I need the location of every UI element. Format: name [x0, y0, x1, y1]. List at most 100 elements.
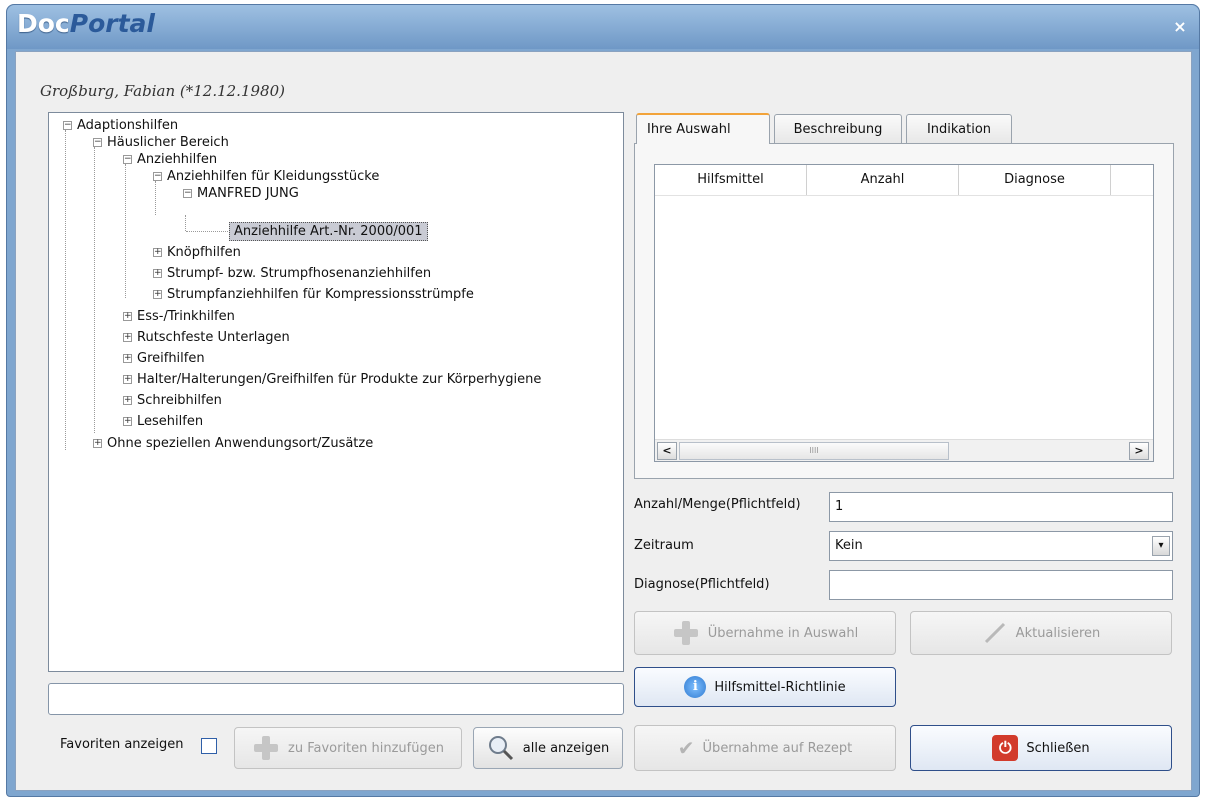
- add-favorite-label: zu Favoriten hinzufügen: [288, 740, 444, 756]
- expand-icon[interactable]: +: [123, 396, 132, 405]
- favorites-checkbox[interactable]: [201, 738, 217, 754]
- collapse-icon[interactable]: −: [153, 172, 162, 181]
- diagnose-label: Diagnose(Pflichtfeld): [634, 577, 770, 592]
- tree-node-label: Anziehhilfen für Kleidungsstücke: [167, 169, 380, 184]
- scroll-thumb[interactable]: IIII: [679, 442, 949, 460]
- tree-node-label: Ohne speziellen Anwendungsort/Zusätze: [107, 436, 374, 451]
- tree-line: [94, 147, 95, 433]
- grid-header-divider: [655, 195, 1153, 196]
- tree-node-label: Anziehhilfe Art.-Nr. 2000/001: [234, 224, 423, 239]
- column-header-anzahl[interactable]: Anzahl: [807, 165, 959, 195]
- tab-label: Indikation: [926, 122, 992, 137]
- tab-indikation[interactable]: Indikation: [906, 114, 1012, 144]
- tab-beschreibung[interactable]: Beschreibung: [774, 114, 902, 144]
- tree-node[interactable]: − Anziehhilfen für Kleidungsstücke: [153, 168, 380, 185]
- tree-node-selected[interactable]: Anziehhilfe Art.-Nr. 2000/001: [229, 222, 428, 241]
- expand-icon[interactable]: +: [153, 248, 162, 257]
- tree-node-label: Greifhilfen: [137, 351, 205, 366]
- tree-node[interactable]: + Ohne speziellen Anwendungsort/Zusätze: [93, 435, 374, 452]
- collapse-icon[interactable]: −: [123, 155, 132, 164]
- tree-line: [155, 181, 156, 215]
- diagnose-field[interactable]: [829, 570, 1173, 600]
- tree-node[interactable]: + Ess-/Trinkhilfen: [123, 308, 235, 325]
- zeitraum-value: Kein: [835, 538, 863, 553]
- zeitraum-label: Zeitraum: [634, 538, 694, 553]
- expand-icon[interactable]: +: [123, 375, 132, 384]
- add-to-prescription-label: Übernahme auf Rezept: [702, 740, 853, 756]
- expand-icon[interactable]: +: [153, 290, 162, 299]
- tree-node-label: Rutschfeste Unterlagen: [137, 330, 290, 345]
- tree-node-label: Schreibhilfen: [137, 393, 222, 408]
- expand-icon[interactable]: +: [93, 439, 102, 448]
- app-title-part1: Doc: [17, 9, 70, 38]
- tree-node-label: Halter/Halterungen/Greifhilfen für Produ…: [137, 372, 542, 387]
- tree-node-label: Knöpfhilfen: [167, 245, 241, 260]
- update-label: Aktualisieren: [1015, 625, 1101, 641]
- check-icon: ✔: [677, 736, 695, 760]
- tree-node[interactable]: + Halter/Halterungen/Greifhilfen für Prod…: [123, 371, 542, 388]
- favorites-label: Favoriten anzeigen: [60, 737, 184, 752]
- selection-grid[interactable]: Hilfsmittel Anzahl Diagnose < IIII >: [654, 164, 1154, 462]
- show-all-label: alle anzeigen: [522, 740, 610, 756]
- title-bar: DocPortal ×: [7, 5, 1199, 49]
- guideline-button[interactable]: i Hilfsmittel-Richtlinie: [634, 667, 896, 707]
- tree-node[interactable]: + Strumpfanziehhilfen für Kompressionsstr…: [153, 286, 474, 303]
- expand-icon[interactable]: +: [153, 269, 162, 278]
- close-button[interactable]: ⏻ Schließen: [910, 725, 1172, 771]
- tree-node[interactable]: − Adaptionshilfen: [63, 117, 178, 134]
- tree-node[interactable]: + Lesehilfen: [123, 413, 204, 430]
- tree-node[interactable]: + Rutschfeste Unterlagen: [123, 329, 290, 346]
- tree-line: [185, 215, 186, 231]
- expand-icon[interactable]: +: [123, 417, 132, 426]
- tree-line: [125, 164, 126, 298]
- tab-label: Ihre Auswahl: [647, 122, 731, 137]
- tree-node[interactable]: + Greifhilfen: [123, 350, 205, 367]
- tree-node[interactable]: + Schreibhilfen: [123, 392, 222, 409]
- tree-line: [65, 130, 66, 450]
- add-to-selection-button[interactable]: Übernahme in Auswahl: [634, 611, 896, 655]
- tree-node-label: Strumpfanziehhilfen für Kompressionsstrü…: [167, 287, 474, 302]
- tree-node-label: MANFRED JUNG: [197, 186, 299, 201]
- tree-node-label: Lesehilfen: [137, 414, 204, 429]
- tree-line: [186, 231, 228, 232]
- collapse-icon[interactable]: −: [183, 189, 192, 198]
- anzahl-field[interactable]: 1: [829, 492, 1173, 522]
- power-icon: ⏻: [992, 735, 1019, 761]
- tree-node[interactable]: − Anziehhilfen: [123, 151, 218, 168]
- app-title-part2: Portal: [69, 9, 155, 38]
- column-header-hilfsmittel[interactable]: Hilfsmittel: [655, 165, 807, 195]
- column-header-diagnose[interactable]: Diagnose: [959, 165, 1111, 195]
- close-icon[interactable]: ×: [1169, 17, 1191, 37]
- scroll-left-icon[interactable]: <: [657, 442, 677, 460]
- collapse-icon[interactable]: −: [93, 138, 102, 147]
- search-input[interactable]: [48, 683, 624, 715]
- tree-node[interactable]: + Strumpf- bzw. Strumpfhosenanziehhilfen: [153, 265, 431, 282]
- expand-icon[interactable]: +: [123, 354, 132, 363]
- pencil-icon: [984, 622, 1005, 644]
- search-icon: [488, 736, 513, 761]
- expand-icon[interactable]: +: [123, 312, 132, 321]
- plus-icon: [252, 734, 280, 762]
- info-icon: i: [684, 676, 707, 698]
- scroll-right-icon[interactable]: >: [1129, 442, 1149, 460]
- add-to-prescription-button[interactable]: ✔ Übernahme auf Rezept: [634, 725, 896, 771]
- chevron-down-icon[interactable]: ▾: [1152, 536, 1170, 556]
- tree-node-label: Anziehhilfen: [137, 152, 218, 167]
- tab-label: Beschreibung: [793, 122, 883, 137]
- add-to-selection-label: Übernahme in Auswahl: [707, 625, 859, 641]
- tree-node-label: Häuslicher Bereich: [107, 135, 229, 150]
- add-favorite-button[interactable]: zu Favoriten hinzufügen: [234, 727, 462, 769]
- category-tree[interactable]: − Adaptionshilfen − Häuslicher Bereich − An…: [48, 112, 624, 672]
- show-all-button[interactable]: alle anzeigen: [473, 727, 623, 769]
- update-button[interactable]: Aktualisieren: [910, 611, 1172, 655]
- tree-node[interactable]: + Knöpfhilfen: [153, 244, 241, 261]
- tree-node[interactable]: − MANFRED JUNG: [183, 185, 299, 202]
- collapse-icon[interactable]: −: [63, 121, 72, 130]
- expand-icon[interactable]: +: [123, 333, 132, 342]
- horizontal-scrollbar[interactable]: < IIII >: [655, 439, 1153, 461]
- zeitraum-select[interactable]: Kein ▾: [829, 531, 1173, 561]
- anzahl-label: Anzahl/Menge(Pflichtfeld): [634, 497, 801, 512]
- tree-node[interactable]: − Häuslicher Bereich: [93, 134, 229, 151]
- close-button-label: Schließen: [1026, 740, 1090, 756]
- tab-ihre-auswahl[interactable]: Ihre Auswahl: [636, 113, 770, 144]
